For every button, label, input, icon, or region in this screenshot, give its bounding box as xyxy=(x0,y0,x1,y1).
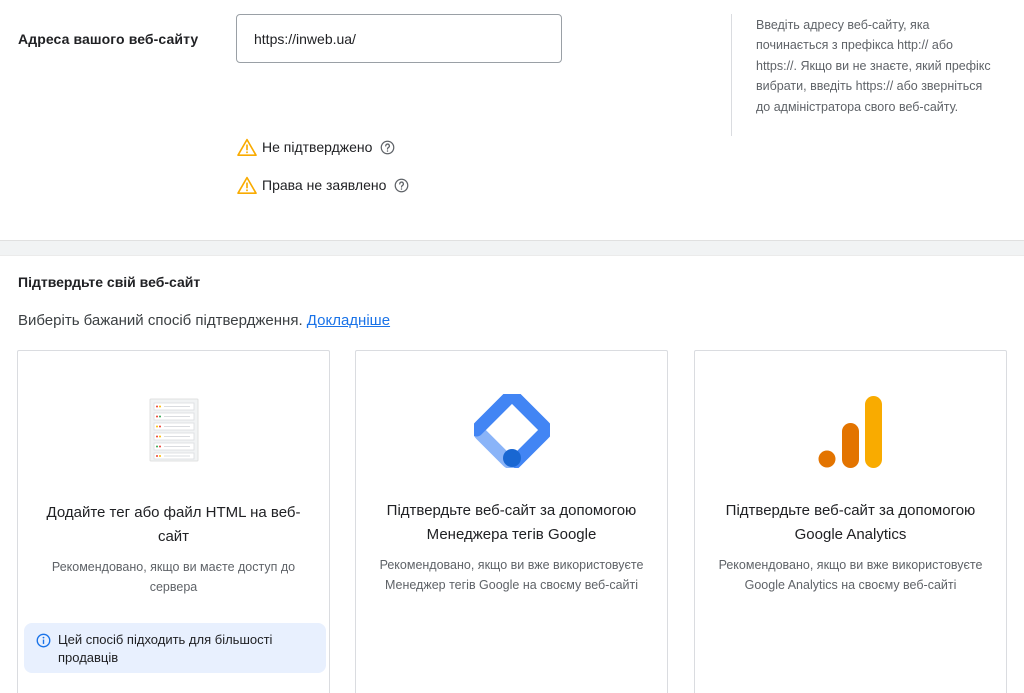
ownership-status: Права не заявлено xyxy=(237,176,409,194)
help-circle-icon[interactable] xyxy=(380,140,395,155)
learn-more-link[interactable]: Докладніше xyxy=(307,312,390,329)
card-description: Рекомендовано, якщо ви вже використовуєт… xyxy=(379,558,644,592)
verify-section-subtitle: Виберіть бажаний спосіб підтвердження. Д… xyxy=(18,312,390,329)
card-description: Рекомендовано, якщо ви маєте доступ до с… xyxy=(51,560,296,594)
ownership-status-text: Права не заявлено xyxy=(262,177,387,193)
verify-subtitle-text: Виберіть бажаний спосіб підтвердження. xyxy=(18,312,303,329)
verify-option-analytics-card[interactable]: Підтвердьте веб-сайт за допомогою Google… xyxy=(694,350,1007,693)
help-divider xyxy=(731,14,732,136)
card-title: Додайте тег або файл HTML на веб-сайт xyxy=(46,504,301,545)
card-title: Підтвердьте веб-сайт за допомогою Google… xyxy=(725,502,976,543)
website-url-input[interactable] xyxy=(236,14,562,63)
recommendation-note-text: Цей спосіб підходить для більшості прода… xyxy=(58,632,273,665)
website-url-label: Адреса вашого веб-сайту xyxy=(18,31,199,47)
google-tag-manager-icon xyxy=(473,394,550,468)
verification-status-text: Не підтверджено xyxy=(262,139,373,155)
verify-option-html-card[interactable]: Додайте тег або файл HTML на веб-сайт Ре… xyxy=(17,350,330,693)
website-url-help-text: Введіть адресу веб-сайту, яка починаєтьс… xyxy=(756,18,991,114)
section-separator xyxy=(0,240,1024,256)
verify-section-title: Підтвердьте свій веб-сайт xyxy=(18,274,201,290)
warning-icon xyxy=(237,176,257,194)
info-icon xyxy=(36,633,51,648)
website-settings-section: Адреса вашого веб-сайту Введіть адресу в… xyxy=(0,0,1024,240)
recommendation-note: Цей спосіб підходить для більшості прода… xyxy=(24,623,326,673)
card-description: Рекомендовано, якщо ви вже використовуєт… xyxy=(718,558,983,592)
help-circle-icon[interactable] xyxy=(394,178,409,193)
card-title: Підтвердьте веб-сайт за допомогою Менедж… xyxy=(386,502,637,543)
server-html-icon xyxy=(149,398,198,462)
verify-option-gtm-card[interactable]: Підтвердьте веб-сайт за допомогою Менедж… xyxy=(355,350,668,693)
verification-status: Не підтверджено xyxy=(237,138,395,156)
warning-icon xyxy=(237,138,257,156)
google-analytics-icon xyxy=(818,396,882,468)
